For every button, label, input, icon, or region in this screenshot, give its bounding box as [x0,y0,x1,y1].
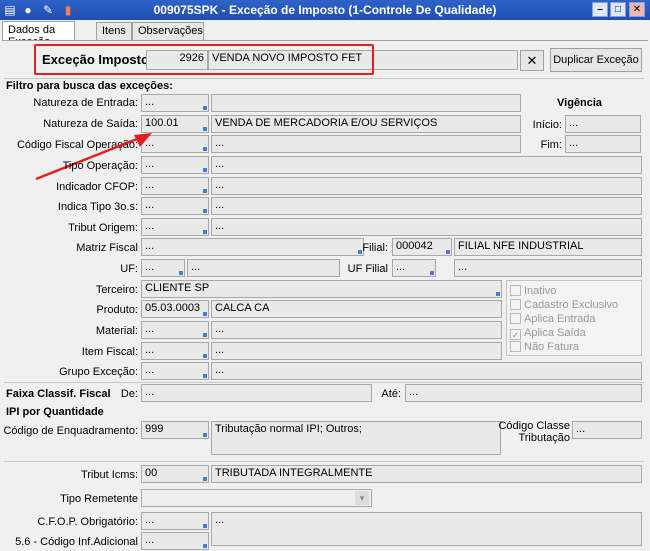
cod-inf-adicional-label: 5.6 - Código Inf.Adicional [15,536,138,548]
tipo-operacao-label: Tipo Operação: [62,160,138,172]
maximize-button[interactable]: □ [610,2,626,17]
uf-filial-code[interactable]: ... [392,259,436,277]
cfop-operacao-desc: ... [211,135,521,153]
fim-field[interactable]: ... [565,135,641,153]
grupo-excecao-code[interactable]: ... [141,362,209,380]
grupo-excecao-label: Grupo Exceção: [59,366,138,378]
cfop-obrigatorio-code[interactable]: ... [141,512,209,530]
tipo-remetente-select[interactable]: ▾ [141,489,372,507]
indica-tipo-code[interactable]: ... [141,197,209,215]
cfop-obrigatorio-desc: ... [211,512,642,546]
arrow-annotation-icon [35,133,152,181]
cfop-obrigatorio-label: C.F.O.P. Obrigatório: [37,516,138,528]
filtro-section-title: Filtro para busca das exceções: [6,80,173,92]
item-fiscal-label: Item Fiscal: [81,346,138,358]
tribut-origem-label: Tribut Origem: [68,222,138,234]
tab-dados-excecao[interactable]: Dados da Exceção [2,21,75,48]
tribut-icms-desc: TRIBUTADA INTEGRALMENTE [211,465,642,483]
tipo-operacao-desc: ... [211,156,642,174]
uf-code[interactable]: ... [141,259,185,277]
uf-desc: ... [187,259,340,277]
faixa-label: Faixa Classif. Fiscal [6,388,111,400]
enquadramento-label: Código de Enquadramento: [3,425,138,437]
inicio-label: Início: [532,119,562,131]
item-fiscal-desc: ... [211,342,502,360]
filial-desc: FILIAL NFE INDUSTRIAL [454,238,642,256]
title-bar: ▤ ● ✎ ▮ 009075SPK - Exceção de Imposto (… [0,0,650,20]
chevron-down-icon[interactable]: ▾ [355,491,369,505]
inativo-checkbox[interactable]: Inativo [510,285,556,297]
clear-icon[interactable]: ✕ [520,50,544,71]
classe-tributacao-field[interactable]: ... [572,421,642,439]
cod-inf-adicional-code[interactable]: ... [141,532,209,550]
tipo-operacao-code[interactable]: ... [141,156,209,174]
tribut-origem-desc: ... [211,218,642,236]
matriz-fiscal-label: Matriz Fiscal [76,242,138,254]
terceiro-label: Terceiro: [95,284,138,296]
tribut-icms-label: Tribut Icms: [80,469,138,481]
de-label: De: [120,388,138,400]
tribut-origem-code[interactable]: ... [141,218,209,236]
tipo-remetente-label: Tipo Remetente [60,493,138,505]
aplica-entrada-checkbox[interactable]: Aplica Entrada [510,313,596,325]
classe-tributacao-label-2: Tributação [518,432,570,444]
window-title: 009075SPK - Exceção de Imposto (1-Contro… [153,3,497,17]
uf-filial-label: UF Filial [347,263,388,275]
produto-code[interactable]: 05.03.0003 [141,300,209,318]
divider [4,461,644,462]
terceiro-field[interactable]: CLIENTE SP [141,280,502,298]
aplica-saida-checkbox[interactable]: ✓ Aplica Saída [510,327,586,340]
uf-label: UF: [120,263,138,275]
grupo-excecao-desc: ... [211,362,642,380]
filial-code[interactable]: 000042 [392,238,452,256]
divider [4,78,644,79]
ate-field[interactable]: ... [405,384,642,402]
divider [4,382,644,383]
material-desc: ... [211,321,502,339]
produto-label: Produto: [96,304,138,316]
close-button[interactable]: ✕ [629,2,645,17]
indicador-cfop-desc: ... [211,177,642,195]
natureza-saida-desc: VENDA DE MERCADORIA E/OU SERVIÇOS [211,115,521,133]
indicador-cfop-label: Indicador CFOP: [56,181,138,193]
natureza-entrada-desc [211,94,521,112]
ipi-section-title: IPI por Quantidade [6,406,104,418]
ate-label: Até: [381,388,401,400]
tribut-icms-code[interactable]: 00 [141,465,209,483]
tab-observacoes[interactable]: Observações [132,22,204,40]
highlight-box [34,44,374,75]
fim-label: Fim: [540,139,562,151]
de-field[interactable]: ... [141,384,372,402]
indicador-cfop-code[interactable]: ... [141,177,209,195]
indica-tipo-desc: ... [211,197,642,215]
minimize-button[interactable]: – [592,2,608,17]
uf-filial-desc: ... [454,259,642,277]
matriz-fiscal-field[interactable]: ... [141,238,364,256]
enquadramento-code[interactable]: 999 [141,421,209,439]
enquadramento-desc: Tributação normal IPI; Outros; [211,421,501,455]
material-code[interactable]: ... [141,321,209,339]
item-fiscal-code[interactable]: ... [141,342,209,360]
cadastro-exclusivo-checkbox[interactable]: Cadastro Exclusivo [510,299,618,311]
vigencia-label: Vigência [557,97,603,109]
natureza-entrada-code[interactable]: ... [141,94,209,112]
material-label: Material: [95,325,138,337]
filial-label: Filial: [362,242,388,254]
duplicar-excecao-button[interactable]: Duplicar Exceção [550,48,642,72]
inicio-field[interactable]: ... [565,115,641,133]
nao-fatura-checkbox[interactable]: Não Fatura [510,341,579,353]
tab-itens[interactable]: Itens [96,22,132,40]
indica-tipo-label: Indica Tipo 3o.s: [57,201,138,213]
produto-desc: CALCA CA [211,300,502,318]
natureza-entrada-label: Natureza de Entrada: [33,97,138,109]
classe-tributacao-label-1: Código Classe [498,420,570,432]
